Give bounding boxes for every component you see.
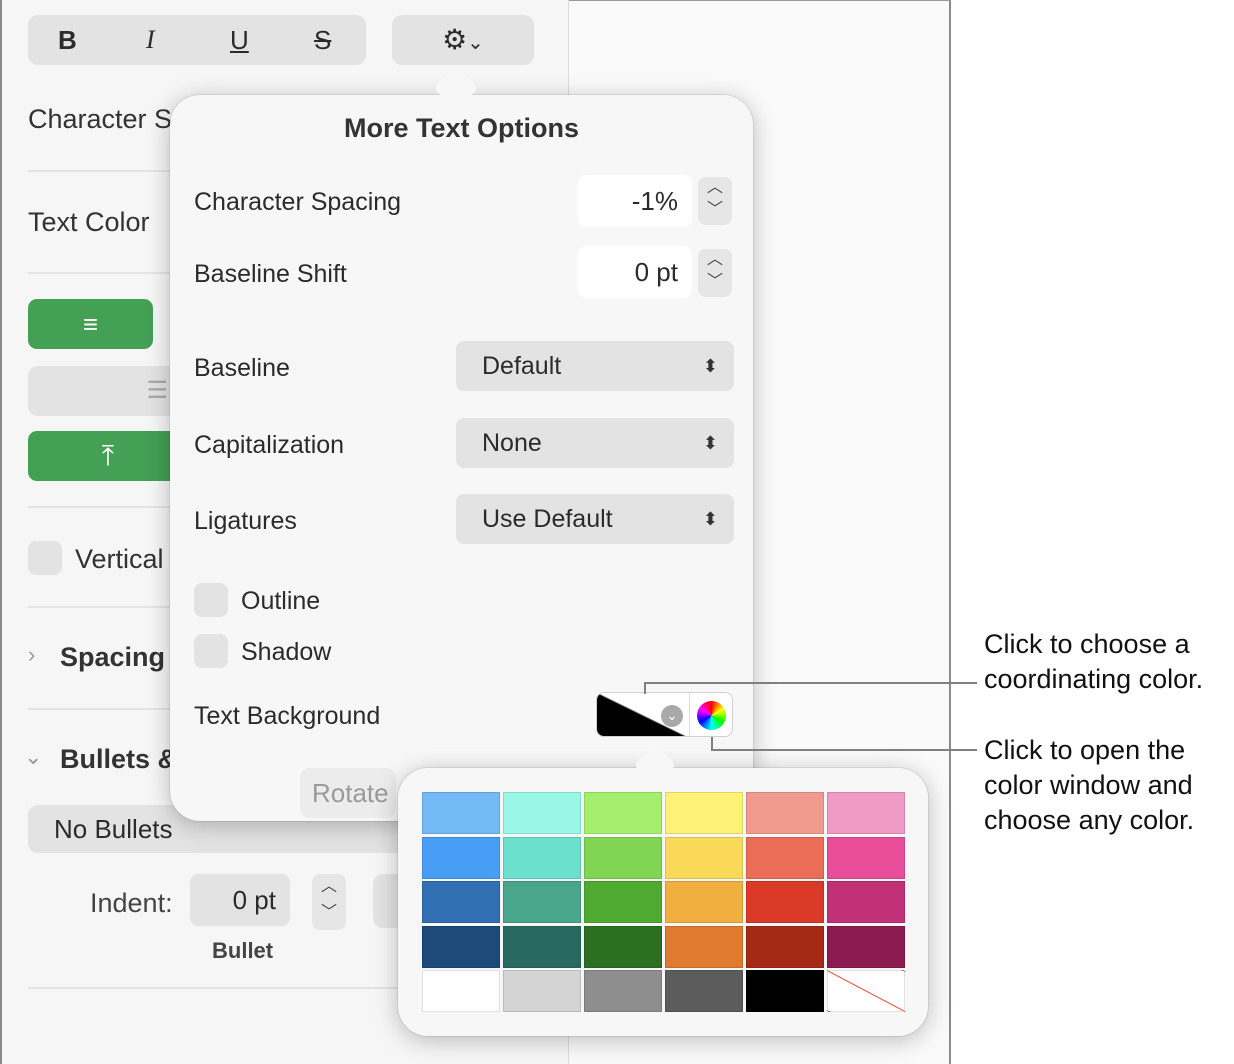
color-swatch[interactable] [665,925,743,968]
updown-chevron-icon: ⬍ [702,433,718,453]
chevron-down-icon: ⌄ [661,705,683,727]
ligatures-label: Ligatures [194,507,297,535]
rotate-button[interactable]: Rotate [300,768,396,818]
color-swatch[interactable] [503,925,581,968]
color-swatch[interactable] [584,925,662,968]
bold-button[interactable]: B [58,25,77,56]
indent-label: Indent: [90,888,173,918]
color-swatch[interactable] [827,881,905,923]
capitalization-select[interactable]: None ⬍ [456,418,734,468]
color-swatch[interactable] [503,836,581,879]
color-swatch[interactable] [584,970,662,1012]
gear-icon: ⚙ [442,24,468,55]
baseline-shift-stepper[interactable]: ︿ ﹀ [698,249,732,297]
color-swatch[interactable] [584,792,662,834]
callout-line [711,749,977,751]
chevron-right-icon[interactable]: › [28,642,35,668]
more-text-options-button[interactable]: ⚙⌄ [392,15,534,65]
character-spacing-label: Character Spacing [194,188,402,216]
chevron-down-icon: ⌄ [467,32,484,54]
text-style-group: B I U S [28,15,366,65]
updown-chevron-icon: ⬍ [702,356,718,376]
color-swatch[interactable] [422,881,500,923]
popover-title: More Text Options [343,113,579,143]
popover-content: More Text Options Character Spacing -1% … [170,95,753,821]
baseline-label: Baseline [194,354,290,382]
color-swatch[interactable] [584,836,662,879]
align-left-button[interactable]: ≡ [28,299,153,349]
baseline-value: Default [482,352,562,380]
text-background-well: ⌄ [596,692,733,737]
color-swatch[interactable] [422,836,500,879]
color-swatch[interactable] [422,970,500,1012]
outline-label: Outline [241,587,321,615]
color-swatch[interactable] [827,925,905,968]
capitalization-value: None [482,429,542,457]
callout-line [644,682,977,684]
capitalization-label: Capitalization [194,431,345,459]
color-swatch[interactable] [665,836,743,879]
callout-color-window: Click to open the color window and choos… [984,735,1195,835]
baseline-shift-field[interactable]: 0 pt [578,246,692,298]
shadow-checkbox[interactable] [194,634,228,668]
color-swatch[interactable] [746,836,824,879]
color-swatch[interactable] [746,970,824,1012]
color-swatch[interactable] [827,792,905,834]
updown-chevron-icon: ⬍ [702,509,718,529]
color-swatch[interactable] [503,970,581,1012]
strikethrough-button[interactable]: S [314,25,331,56]
color-swatch[interactable] [584,881,662,923]
character-spacing-field[interactable]: -1% [578,175,692,227]
color-wheel-icon[interactable] [697,701,726,730]
bullet-caption: Bullet [212,938,274,963]
ligatures-select[interactable]: Use Default ⬍ [456,494,734,544]
baseline-select[interactable]: Default ⬍ [456,341,734,391]
indent-stepper[interactable]: ︿ ﹀ [312,874,346,930]
divider [689,693,690,736]
color-swatch[interactable] [665,881,743,923]
character-spacing-stepper[interactable]: ︿ ﹀ [698,177,732,225]
italic-button[interactable]: I [146,25,155,55]
color-swatch[interactable] [827,836,905,879]
callout-coordinating-color: Click to choose a coordinating color. [984,629,1204,694]
ligatures-value: Use Default [482,505,613,533]
color-swatch[interactable] [422,925,500,968]
outline-checkbox[interactable] [194,583,228,617]
color-swatch[interactable] [422,792,500,834]
text-background-label: Text Background [194,702,381,730]
color-grid [422,792,906,1014]
color-swatch[interactable] [746,925,824,968]
vertical-text-checkbox[interactable] [28,541,62,575]
align-top-button[interactable]: ⤒ [28,431,188,481]
no-color-swatch[interactable] [827,970,905,1012]
indent-field[interactable]: 0 pt [190,874,290,926]
chevron-down-icon[interactable]: ⌄ [24,744,42,770]
color-swatch[interactable] [665,792,743,834]
shadow-label: Shadow [241,638,332,666]
spacing-section-header[interactable]: Spacing [60,642,165,673]
baseline-shift-label: Baseline Shift [194,260,347,288]
color-swatch[interactable] [503,792,581,834]
underline-button[interactable]: U [230,25,249,56]
color-swatch[interactable] [665,970,743,1012]
indent-button[interactable]: ☰ [28,366,188,416]
color-swatch[interactable] [746,792,824,834]
color-swatch[interactable] [746,881,824,923]
color-swatch[interactable] [503,881,581,923]
text-color-label: Text Color [28,207,150,237]
